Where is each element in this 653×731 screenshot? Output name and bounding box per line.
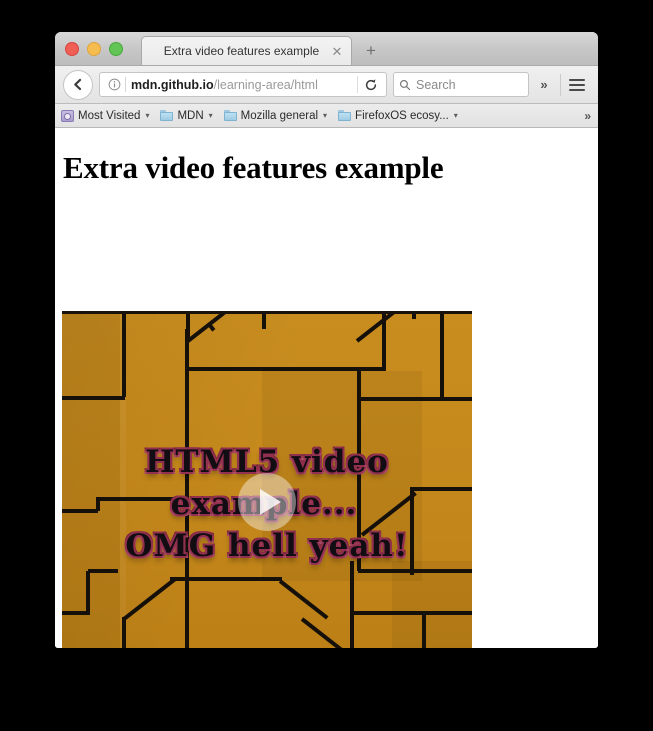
most-visited-icon xyxy=(61,109,74,122)
video-player[interactable]: HTML5 video example... OMG hell yeah! 0:… xyxy=(62,311,472,648)
bookmark-label: Mozilla general xyxy=(240,109,319,122)
url-text: mdn.github.io/learning-area/html xyxy=(131,78,357,92)
folder-icon xyxy=(223,110,237,121)
bookmarks-bar: Most Visited ▾ MDN ▾ Mozilla general ▾ F… xyxy=(55,104,598,128)
bookmarks-overflow-button[interactable]: » xyxy=(584,109,591,123)
bookmark-label: FirefoxOS ecosy... xyxy=(355,109,449,122)
folder-icon xyxy=(338,110,352,121)
chevron-down-icon: ▾ xyxy=(323,111,328,120)
page-title: Extra video features example xyxy=(63,150,444,185)
tab-title: Extra video features example xyxy=(163,44,320,58)
menu-button[interactable] xyxy=(564,78,590,91)
page-content: Extra video features example HTML5 video… xyxy=(55,128,598,648)
play-icon xyxy=(260,489,281,516)
bookmark-mozilla-general[interactable]: Mozilla general ▾ xyxy=(223,109,328,122)
back-arrow-icon xyxy=(73,78,81,91)
bookmark-mdn[interactable]: MDN ▾ xyxy=(160,109,213,122)
chevron-down-icon: ▾ xyxy=(208,111,213,120)
tab-strip: Extra video features example ✕ + xyxy=(55,32,598,66)
url-domain: mdn.github.io xyxy=(131,77,214,92)
hamburger-line xyxy=(569,88,585,91)
site-identity-icon[interactable] xyxy=(104,78,124,91)
folder-icon xyxy=(160,110,174,121)
chevron-down-icon: ▾ xyxy=(145,111,150,120)
bookmark-firefoxos-ecosystem[interactable]: FirefoxOS ecosy... ▾ xyxy=(338,110,458,122)
chevron-down-icon: ▾ xyxy=(453,111,458,120)
search-bar[interactable]: Search xyxy=(393,72,529,97)
search-input[interactable]: Search xyxy=(416,78,456,92)
new-tab-button[interactable]: + xyxy=(360,40,382,62)
bookmark-label: MDN xyxy=(177,109,204,122)
search-icon xyxy=(400,79,411,90)
zoom-window-button[interactable] xyxy=(109,42,123,56)
hamburger-line xyxy=(569,78,585,81)
toolbar-divider xyxy=(560,73,561,96)
reload-icon xyxy=(365,78,377,90)
close-window-button[interactable] xyxy=(65,42,79,56)
browser-window: Extra video features example ✕ + mdn.git… xyxy=(55,32,598,648)
hamburger-line xyxy=(569,83,585,86)
video-play-overlay-button[interactable] xyxy=(238,473,296,532)
url-divider xyxy=(125,77,126,92)
back-button[interactable] xyxy=(63,69,93,100)
navigation-toolbar: mdn.github.io/learning-area/html Search … xyxy=(55,66,598,104)
toolbar-overflow-button[interactable]: » xyxy=(531,77,557,92)
window-controls xyxy=(65,42,123,56)
browser-tab-active[interactable]: Extra video features example ✕ xyxy=(141,36,352,65)
minimize-window-button[interactable] xyxy=(87,42,101,56)
reload-button[interactable] xyxy=(357,76,384,93)
close-tab-icon[interactable]: ✕ xyxy=(327,45,351,58)
bookmark-most-visited[interactable]: Most Visited ▾ xyxy=(61,109,150,122)
bookmark-label: Most Visited xyxy=(78,109,141,122)
url-path: /learning-area/html xyxy=(213,77,318,92)
url-bar[interactable]: mdn.github.io/learning-area/html xyxy=(99,72,387,97)
